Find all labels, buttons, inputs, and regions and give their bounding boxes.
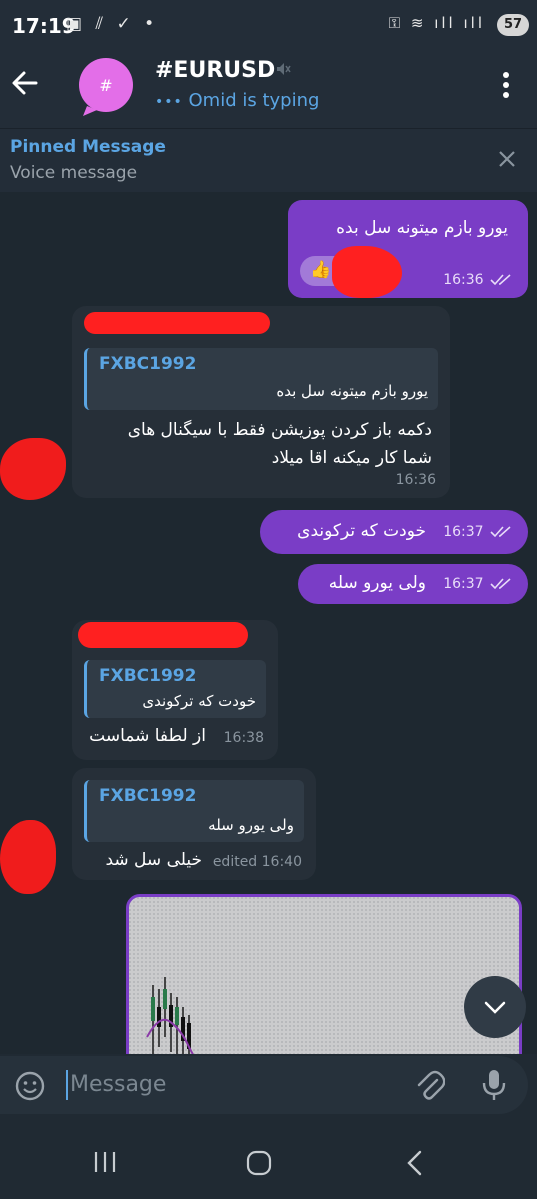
reply-sender-name: FXBC1992 <box>99 354 197 374</box>
message-time: 16:38 <box>223 730 264 746</box>
pinned-title: Pinned Message <box>10 137 166 157</box>
more-menu-icon[interactable] <box>501 70 511 100</box>
message-bubble-outgoing[interactable]: ولی یورو سله 16:37 <box>298 564 528 604</box>
sender-avatar[interactable] <box>0 820 56 894</box>
message-bubble-outgoing[interactable]: خودت که ترکوندی 16:37 <box>260 510 528 554</box>
battery-icon: 57 <box>497 14 529 36</box>
message-time: 16:37 <box>443 576 484 592</box>
chat-header: # #EURUSD ••• Omid is typing <box>0 50 537 128</box>
text-caret <box>66 1070 68 1100</box>
close-icon[interactable] <box>497 149 517 169</box>
message-text-line2: شما کار میکنه اقا میلاد <box>271 448 432 468</box>
chat-avatar[interactable]: # <box>77 58 135 116</box>
system-nav-bar <box>0 1116 537 1199</box>
status-bar: 17:19 ▣ ⫽ ✓ • ⚿ ≋ ıll ıll 57 <box>0 0 537 50</box>
message-bubble-incoming[interactable]: FXBC1992 یورو بازم میتونه سل بده دکمه با… <box>72 306 450 498</box>
attach-icon[interactable] <box>415 1070 445 1102</box>
message-text: ولی یورو سله <box>328 573 426 593</box>
message-bubble-outgoing[interactable]: یورو بازم میتونه سل بده 👍 16:36 <box>288 200 528 298</box>
message-time: 16:36 <box>443 272 484 288</box>
typing-status: ••• Omid is typing <box>155 90 319 111</box>
home-icon[interactable] <box>246 1150 272 1176</box>
reply-text: یورو بازم میتونه سل بده <box>276 382 428 400</box>
recent-apps-icon[interactable] <box>92 1150 118 1174</box>
message-input[interactable]: Message <box>70 1072 166 1097</box>
reply-preview[interactable]: FXBC1992 خودت که ترکوندی <box>84 660 266 718</box>
double-check-icon <box>490 526 511 538</box>
double-check-icon <box>490 274 511 286</box>
message-input-box[interactable]: Message <box>0 1056 528 1114</box>
message-text: یورو بازم میتونه سل بده <box>336 218 508 238</box>
reply-text: ولی یورو سله <box>208 816 294 834</box>
notification-icons: ▣ ⫽ ✓ • <box>66 14 159 34</box>
message-meta: 16:36 <box>443 272 512 288</box>
back-arrow-icon[interactable] <box>10 68 40 98</box>
chat-title[interactable]: #EURUSD <box>155 58 275 83</box>
pinned-subtitle: Voice message <box>10 163 138 183</box>
reply-text: خودت که ترکوندی <box>142 692 256 710</box>
message-input-bar: Message <box>0 1054 537 1116</box>
message-bubble-incoming[interactable]: FXBC1992 ولی یورو سله خیلی سل شد edited … <box>72 768 316 880</box>
message-text-line1: دکمه باز کردن پوزیشن فقط با سیگنال های <box>127 420 432 440</box>
message-text: خیلی سل شد <box>105 850 202 870</box>
sender-name-redacted <box>78 622 248 648</box>
muted-icon <box>277 63 291 75</box>
reply-preview[interactable]: FXBC1992 یورو بازم میتونه سل بده <box>84 348 438 410</box>
reply-sender-name: FXBC1992 <box>99 786 197 806</box>
typing-text: Omid is typing <box>188 90 320 111</box>
message-meta: 16:37 <box>443 576 512 592</box>
message-time: 16:36 <box>395 472 436 488</box>
typing-dots: ••• <box>155 94 183 110</box>
scroll-down-button[interactable] <box>464 976 526 1038</box>
image-message[interactable] <box>126 894 522 1054</box>
message-text: خودت که ترکوندی <box>297 521 426 541</box>
microphone-icon[interactable] <box>480 1068 508 1102</box>
signal-wifi-icons: ⚿ ≋ ıll ıll <box>388 14 485 32</box>
redaction-mark <box>332 246 402 298</box>
reply-sender-name: FXBC1992 <box>99 666 197 686</box>
pinned-message-bar[interactable]: Pinned Message Voice message <box>0 128 537 192</box>
reply-preview[interactable]: FXBC1992 ولی یورو سله <box>84 780 304 842</box>
message-meta: 16:37 <box>443 524 512 540</box>
back-nav-icon[interactable] <box>404 1150 426 1176</box>
message-text: از لطفا شماست <box>89 726 206 746</box>
thumbs-up-icon: 👍 <box>310 260 332 280</box>
double-check-icon <box>490 578 511 590</box>
avatar-symbol: # <box>99 76 112 95</box>
sender-name-redacted <box>84 312 270 334</box>
emoji-icon[interactable] <box>14 1070 46 1102</box>
sender-avatar[interactable] <box>0 438 66 500</box>
message-bubble-incoming[interactable]: FXBC1992 خودت که ترکوندی از لطفا شماست 1… <box>72 620 278 760</box>
chat-messages[interactable]: یورو بازم میتونه سل بده 👍 16:36 FXBC1992… <box>0 192 537 1054</box>
message-time: edited 16:40 <box>212 854 302 870</box>
message-time: 16:37 <box>443 524 484 540</box>
chevron-down-icon <box>484 1001 506 1014</box>
